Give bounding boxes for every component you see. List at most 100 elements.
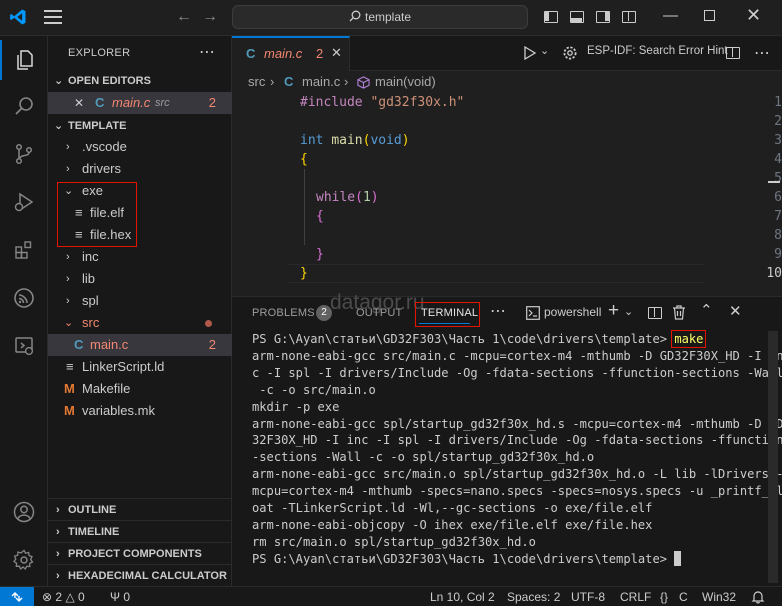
add-terminal-icon[interactable]: + (608, 300, 619, 322)
toggle-secondary-sidebar-icon[interactable] (596, 11, 610, 23)
remote-indicator[interactable] (0, 587, 34, 606)
minimize-icon[interactable]: — (663, 7, 678, 24)
close-panel-icon[interactable]: ✕ (729, 302, 742, 320)
c-file-icon: C (95, 95, 105, 110)
tree-folder-src[interactable]: ⌄ src (48, 312, 232, 334)
split-terminal-icon[interactable] (648, 307, 662, 319)
end-of-line[interactable]: CRLF (620, 587, 651, 606)
bell-icon[interactable] (751, 590, 765, 604)
explorer-activity[interactable] (0, 40, 48, 80)
more-actions-icon[interactable]: ⋯ (490, 301, 506, 321)
tree-file-variables-mk[interactable]: M variables.mk (48, 400, 232, 422)
tree-folder-vscode[interactable]: › .vscode (48, 136, 232, 158)
gear-icon (13, 549, 34, 571)
timeline-section[interactable]: › TIMELINE (48, 520, 232, 542)
command-center-search[interactable]: template (232, 5, 528, 29)
ports-status[interactable]: Ψ 0 (110, 587, 130, 606)
more-actions-icon[interactable]: ⋯ (754, 43, 770, 63)
maximize-icon[interactable] (704, 8, 715, 25)
tree-folder-inc[interactable]: › inc (48, 246, 232, 268)
cursor-position[interactable]: Ln 10, Col 2 (430, 587, 495, 606)
extensions-activity[interactable] (0, 230, 48, 270)
tab-main-c[interactable]: C main.c 2 ✕ (232, 36, 350, 71)
customize-layout-icon[interactable] (622, 11, 636, 23)
gear-icon[interactable] (562, 45, 578, 61)
tree-folder-drivers[interactable]: › drivers (48, 158, 232, 180)
split-editor-icon[interactable] (726, 47, 740, 59)
terminal-line: oat -TLinkerScript.ld -Wl,--gc-sections … (252, 501, 653, 516)
encoding[interactable]: UTF-8 (571, 587, 605, 606)
radio-tower-icon: Ψ (110, 590, 121, 604)
tree-file-makefile[interactable]: M Makefile (48, 378, 232, 400)
hex-calculator-section[interactable]: › HEXADECIMAL CALCULATOR (48, 564, 232, 586)
chevron-down-icon[interactable]: ⌄ (540, 44, 549, 57)
chevron-right-icon: › (344, 74, 349, 89)
more-actions-icon[interactable]: ⋯ (199, 42, 215, 62)
line-number: 3 (774, 133, 782, 148)
bottom-panel: PROBLEMS 2 datagor.ru OUTPUT TERMINAL ⋯ … (232, 291, 782, 586)
terminal-line: arm-none-eabi-gcc spl/startup_gd32f30x_h… (252, 416, 782, 431)
source-control-activity[interactable] (0, 134, 48, 174)
current-line-highlight (288, 264, 704, 283)
problems-status[interactable]: ⊗ 2 △ 0 (42, 587, 85, 606)
trash-icon[interactable] (672, 305, 686, 320)
close-icon[interactable]: ✕ (331, 45, 342, 61)
tab-output[interactable]: OUTPUT (356, 307, 402, 319)
makefile-icon: M (64, 403, 75, 418)
code-line-7: { (316, 209, 324, 224)
accounts-activity[interactable] (0, 492, 48, 532)
code-line-4: { (300, 152, 308, 167)
outline-section[interactable]: › OUTLINE (48, 498, 232, 520)
indentation[interactable]: Spaces: 2 (507, 587, 560, 606)
platform-config[interactable]: Win32 (702, 587, 736, 606)
search-activity[interactable] (0, 86, 48, 126)
symbol-method-icon (357, 76, 370, 89)
chevron-up-icon[interactable]: ⌄ (700, 300, 713, 318)
terminal-line: -c -o src/main.o (252, 382, 376, 397)
sidebar-title: EXPLORER (68, 47, 131, 59)
code-editor[interactable]: 1 2 3 4 5 6 7 8 9 10 #include "gd32f30x.… (232, 93, 782, 295)
toggle-panel-icon[interactable] (570, 11, 584, 23)
toggle-primary-sidebar-icon[interactable] (544, 11, 558, 23)
open-editor-item-main-c[interactable]: ✕ C main.c src 2 (48, 92, 232, 114)
tree-folder-lib[interactable]: › lib (48, 268, 232, 290)
tree-file-main-c[interactable]: C main.c 2 (48, 334, 232, 356)
chevron-down-icon[interactable]: ⌄ (624, 305, 633, 318)
makefile-icon: M (64, 381, 75, 396)
esp-idf-error-hint-button[interactable]: ESP-IDF: Search Error Hint (587, 45, 728, 57)
close-icon[interactable]: ✕ (74, 92, 84, 114)
remote-explorer-activity[interactable] (0, 326, 48, 366)
code-line-9: } (316, 247, 324, 262)
indent-guide (304, 169, 305, 245)
open-editors-header[interactable]: ⌄ OPEN EDITORS (48, 70, 232, 92)
language-mode[interactable]: C (679, 587, 688, 606)
project-components-section[interactable]: › PROJECT COMPONENTS (48, 542, 232, 564)
forward-arrow-icon[interactable]: → (202, 8, 218, 26)
run-debug-activity[interactable] (0, 182, 48, 222)
breadcrumb-folder[interactable]: src (248, 71, 265, 93)
terminal-line: c -I spl -I drivers/Include -Og -fdata-s… (252, 365, 782, 380)
tree-folder-spl[interactable]: › spl (48, 290, 232, 312)
vscode-logo-icon[interactable] (9, 8, 27, 26)
remote-icon (11, 592, 23, 602)
remote-explorer-icon (15, 337, 34, 356)
search-icon (15, 97, 33, 115)
terminal-shell-name[interactable]: powershell (544, 305, 601, 319)
code-line-1: #include "gd32f30x.h" (300, 95, 465, 110)
menu-icon[interactable] (44, 10, 62, 26)
run-debug-play-icon[interactable] (522, 45, 538, 61)
manage-activity[interactable] (0, 540, 48, 580)
c-file-icon: C (284, 74, 294, 89)
back-arrow-icon[interactable]: ← (176, 8, 192, 26)
terminal-output[interactable]: PS G:\Ayan\статьи\GD32F303\Часть 1\code\… (252, 330, 782, 568)
terminal-scrollbar[interactable] (768, 331, 778, 583)
files-icon (17, 50, 33, 70)
breadcrumb-symbol[interactable]: main(void) (375, 71, 436, 93)
espressif-activity[interactable] (0, 278, 48, 318)
tab-problems[interactable]: PROBLEMS (252, 307, 315, 319)
close-window-icon[interactable]: ✕ (746, 5, 761, 26)
workspace-header[interactable]: ⌄ TEMPLATE (48, 115, 232, 137)
breadcrumb-file[interactable]: main.c (302, 71, 340, 93)
tree-file-linkerscript[interactable]: ≡ LinkerScript.ld (48, 356, 232, 378)
breadcrumb: src › C main.c › main(void) (232, 71, 782, 93)
